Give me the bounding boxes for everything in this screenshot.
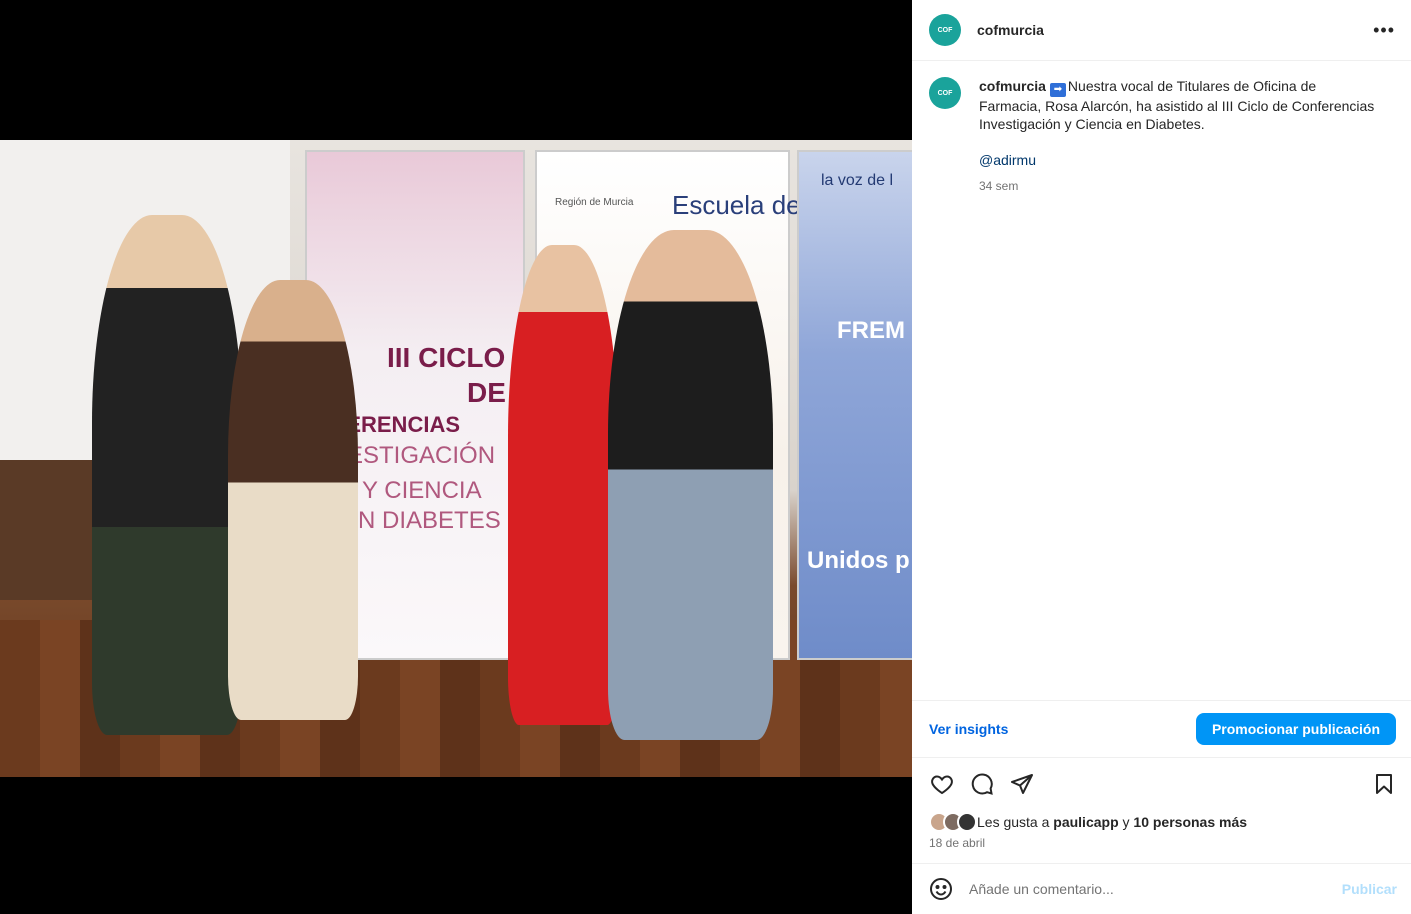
post-date[interactable]: 18 de abril bbox=[929, 836, 985, 850]
banner-text: Unidos p bbox=[807, 547, 910, 574]
post-side-panel: COF cofmurcia ••• COF cofmurcia ➡ Nuestra … bbox=[912, 0, 1411, 914]
mention-link[interactable]: @adirmu bbox=[979, 151, 1036, 169]
likes-others[interactable]: 10 personas más bbox=[1133, 814, 1247, 830]
post-caption: COF cofmurcia ➡ Nuestra vocal de Titulares… bbox=[912, 61, 1411, 195]
avatar bbox=[957, 812, 977, 832]
likes-summary[interactable]: Les gusta a paulicapp y 10 personas más bbox=[929, 812, 1247, 832]
person-figure bbox=[228, 280, 358, 720]
banner-text: EN DIABETES bbox=[342, 507, 501, 534]
likes-user[interactable]: paulicapp bbox=[1053, 814, 1118, 830]
avatar[interactable]: COF bbox=[929, 77, 961, 109]
header-username[interactable]: cofmurcia bbox=[977, 22, 1044, 38]
more-horizontal-icon[interactable]: ••• bbox=[1373, 20, 1395, 41]
likes-middle: y bbox=[1122, 814, 1130, 830]
caption-body: cofmurcia ➡ Nuestra vocal de Titulares de … bbox=[979, 77, 1379, 195]
post-header: COF cofmurcia ••• bbox=[912, 0, 1411, 61]
avatar[interactable]: COF bbox=[929, 14, 961, 46]
banner-fremur: la voz de l FREM Unidos p bbox=[797, 150, 912, 660]
banner-text: DE bbox=[467, 377, 506, 408]
banner-text: FREM bbox=[837, 317, 905, 344]
publish-button[interactable]: Publicar bbox=[1342, 881, 1397, 897]
view-insights-link[interactable]: Ver insights bbox=[929, 721, 1008, 737]
promote-post-button[interactable]: Promocionar publicación bbox=[1195, 713, 1396, 745]
avatar-text: COF bbox=[937, 89, 953, 97]
liker-avatars bbox=[929, 812, 977, 832]
emoji-icon[interactable] bbox=[929, 877, 953, 901]
avatar-text: COF bbox=[937, 26, 953, 34]
likes-prefix: Les gusta a bbox=[977, 814, 1050, 830]
person-figure bbox=[508, 245, 618, 725]
comment-input[interactable] bbox=[969, 881, 1342, 897]
caption-timestamp[interactable]: 34 sem bbox=[979, 177, 1379, 195]
banner-text: III CICLO bbox=[387, 342, 506, 373]
banner-text: Región de Murcia bbox=[555, 197, 634, 208]
heart-icon[interactable] bbox=[929, 771, 955, 797]
caption-username[interactable]: cofmurcia bbox=[979, 78, 1046, 94]
comment-box: Publicar bbox=[912, 863, 1411, 914]
banner-text: la voz de l bbox=[821, 172, 894, 189]
comment-icon[interactable] bbox=[969, 771, 995, 797]
bookmark-icon[interactable] bbox=[1371, 771, 1397, 797]
share-icon[interactable] bbox=[1009, 771, 1035, 797]
person-figure bbox=[92, 215, 242, 735]
person-figure bbox=[608, 230, 773, 740]
insights-bar: Ver insights Promocionar publicación bbox=[912, 700, 1411, 758]
banner-text: ESTIGACIÓN bbox=[347, 442, 496, 469]
post-photo[interactable]: III CICLO DE NFERENCIAS ESTIGACIÓN Y CIE… bbox=[0, 140, 912, 777]
banner-text: Y CIENCIA bbox=[362, 477, 482, 504]
post-actions bbox=[912, 768, 1411, 800]
post-media: III CICLO DE NFERENCIAS ESTIGACIÓN Y CIE… bbox=[0, 0, 912, 914]
arrow-right-emoji-icon: ➡ bbox=[1049, 83, 1066, 97]
